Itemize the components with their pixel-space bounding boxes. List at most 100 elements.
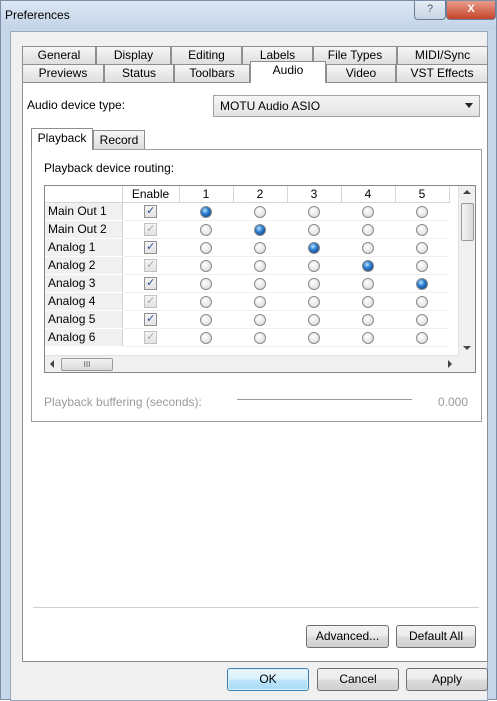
tab-previews[interactable]: Previews: [22, 64, 104, 83]
output-radio[interactable]: [362, 277, 374, 290]
divider: [33, 607, 479, 608]
scroll-left-icon[interactable]: [50, 360, 54, 368]
output-radio[interactable]: [308, 313, 320, 326]
output-radio[interactable]: [416, 241, 428, 254]
tab-midi-sync[interactable]: MIDI/Sync: [397, 46, 488, 65]
output-cell: [233, 256, 287, 275]
output-cell: [179, 220, 233, 239]
vertical-scrollbar[interactable]: [458, 186, 475, 357]
preferences-window: Preferences ? X General Display Editing …: [0, 0, 497, 701]
output-radio[interactable]: [308, 241, 320, 254]
tab-general[interactable]: General: [22, 46, 96, 65]
scroll-up-icon[interactable]: [463, 190, 471, 194]
subtab-playback[interactable]: Playback: [31, 128, 93, 150]
output-radio[interactable]: [254, 313, 266, 326]
table-row: Analog 5 ✓: [45, 310, 449, 329]
tab-audio[interactable]: Audio: [250, 61, 326, 83]
output-radio[interactable]: [254, 331, 266, 344]
output-radio[interactable]: [308, 295, 320, 308]
help-icon: ?: [426, 3, 434, 15]
tab-label: Video: [345, 66, 377, 80]
enable-cell: ✓: [122, 292, 179, 311]
button-label: Apply: [431, 672, 463, 686]
output-radio[interactable]: [200, 331, 212, 344]
enable-checkbox[interactable]: ✓: [144, 277, 158, 291]
output-radio[interactable]: [200, 313, 212, 326]
close-button[interactable]: X: [446, 1, 496, 20]
output-radio[interactable]: [362, 205, 374, 218]
help-button[interactable]: ?: [414, 1, 446, 20]
output-radio[interactable]: [362, 241, 374, 254]
output-cell: [341, 202, 395, 221]
tab-status[interactable]: Status: [104, 64, 174, 83]
tab-display[interactable]: Display: [96, 46, 171, 65]
enable-checkbox: ✓: [144, 259, 158, 273]
title-bar[interactable]: Preferences ? X: [1, 1, 496, 29]
output-radio[interactable]: [200, 241, 212, 254]
output-radio[interactable]: [362, 331, 374, 344]
horizontal-scrollbar[interactable]: III: [45, 355, 459, 372]
output-cell: [395, 256, 449, 275]
cancel-button[interactable]: Cancel: [317, 668, 399, 691]
output-radio[interactable]: [254, 241, 266, 254]
output-radio[interactable]: [362, 313, 374, 326]
enable-checkbox[interactable]: ✓: [144, 241, 158, 255]
output-cell: [233, 310, 287, 329]
output-cell: [233, 274, 287, 293]
buffering-slider[interactable]: [237, 399, 412, 400]
output-radio[interactable]: [200, 259, 212, 272]
output-radio[interactable]: [200, 277, 212, 290]
output-radio[interactable]: [416, 205, 428, 218]
output-cell: [341, 310, 395, 329]
tab-toolbars[interactable]: Toolbars: [174, 64, 250, 83]
output-radio[interactable]: [308, 259, 320, 272]
output-radio[interactable]: [254, 259, 266, 272]
output-radio[interactable]: [362, 259, 374, 272]
scroll-down-icon[interactable]: [463, 346, 471, 350]
enable-checkbox[interactable]: ✓: [144, 313, 158, 327]
enable-checkbox[interactable]: ✓: [144, 205, 158, 219]
device-type-label: Audio device type:: [27, 98, 126, 112]
subtab-label: Playback: [37, 131, 87, 145]
tab-label: General: [37, 48, 81, 62]
output-cell: [287, 220, 341, 239]
output-radio[interactable]: [254, 205, 266, 218]
output-column-header: 3: [287, 186, 342, 203]
output-radio[interactable]: [200, 223, 212, 236]
output-radio[interactable]: [308, 277, 320, 290]
chevron-down-icon: [465, 103, 473, 108]
output-cell: [233, 292, 287, 311]
output-cell: [287, 238, 341, 257]
output-radio[interactable]: [416, 277, 428, 290]
output-radio[interactable]: [362, 295, 374, 308]
output-radio[interactable]: [416, 259, 428, 272]
apply-button[interactable]: Apply: [406, 668, 488, 691]
output-radio[interactable]: [254, 277, 266, 290]
output-cell: [341, 292, 395, 311]
vertical-scroll-thumb[interactable]: [461, 203, 474, 241]
output-radio[interactable]: [416, 223, 428, 236]
output-radio[interactable]: [200, 295, 212, 308]
output-radio[interactable]: [254, 295, 266, 308]
output-radio[interactable]: [416, 313, 428, 326]
output-radio[interactable]: [416, 295, 428, 308]
output-radio[interactable]: [254, 223, 266, 236]
output-radio[interactable]: [416, 331, 428, 344]
scroll-right-icon[interactable]: [448, 360, 452, 368]
horizontal-scroll-thumb[interactable]: III: [61, 358, 113, 371]
output-radio[interactable]: [308, 223, 320, 236]
tab-vst-effects[interactable]: VST Effects: [396, 64, 488, 83]
output-radio[interactable]: [308, 205, 320, 218]
advanced-button[interactable]: Advanced...: [306, 625, 389, 648]
output-cell: [341, 238, 395, 257]
row-label: Analog 3: [45, 274, 123, 293]
device-type-dropdown[interactable]: MOTU Audio ASIO: [213, 95, 480, 117]
output-radio[interactable]: [308, 331, 320, 344]
tab-video[interactable]: Video: [326, 64, 396, 83]
tab-editing[interactable]: Editing: [171, 46, 242, 65]
output-radio[interactable]: [200, 205, 212, 218]
ok-button[interactable]: OK: [227, 668, 309, 691]
default-all-button[interactable]: Default All: [396, 625, 476, 648]
subtab-record[interactable]: Record: [93, 130, 145, 150]
output-radio[interactable]: [362, 223, 374, 236]
